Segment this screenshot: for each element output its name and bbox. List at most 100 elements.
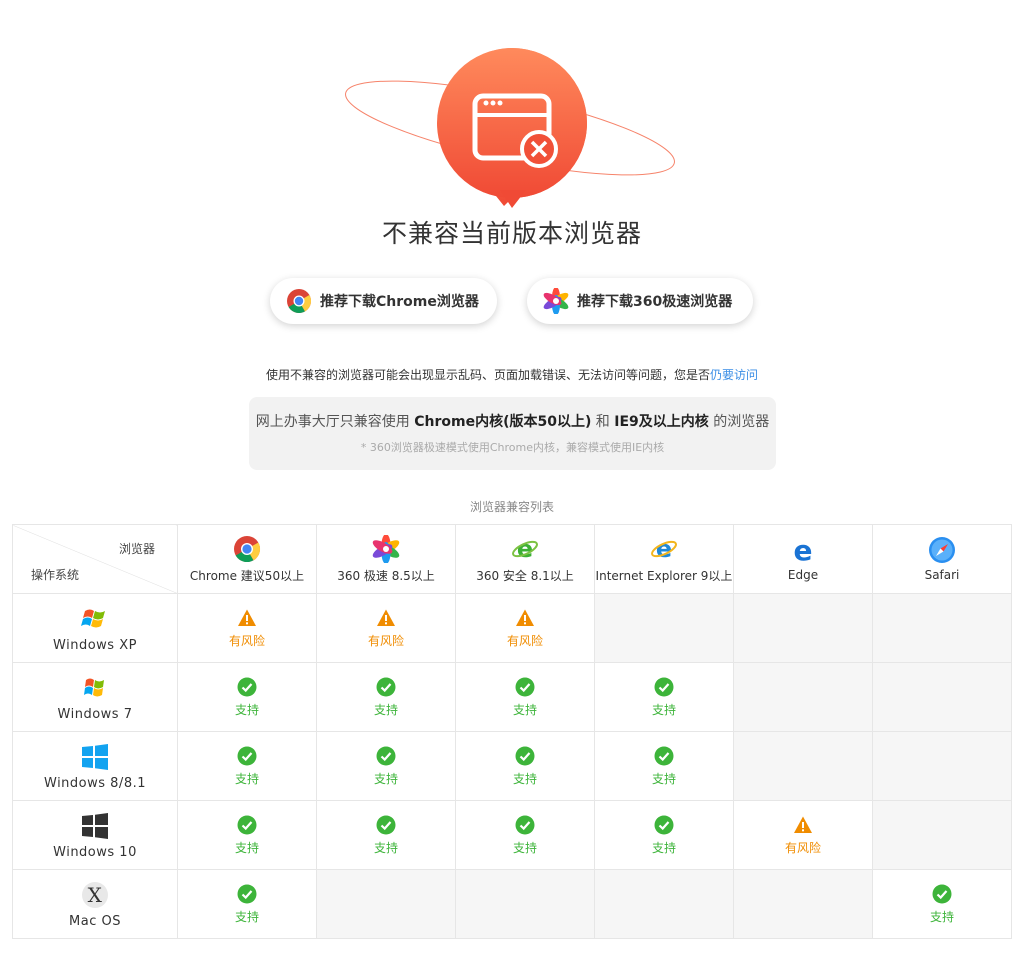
status-label: 支持 xyxy=(512,771,537,786)
svg-text:X: X xyxy=(88,883,103,907)
notice-text-3: 的浏览器 xyxy=(708,414,770,430)
browser-header-chrome: Chrome 建议50以上 xyxy=(177,524,317,594)
table-header-row: 浏览器 操作系统 Chrome 建议50以上 360 极速 8.5以上 e 36… xyxy=(12,524,1012,594)
status-cell-risk: 有风险 xyxy=(733,800,873,870)
chrome-icon xyxy=(287,289,312,314)
unsupported-cell xyxy=(594,869,734,939)
status-label: 支持 xyxy=(373,840,398,855)
status-label: 有风险 xyxy=(228,633,265,648)
check-icon xyxy=(515,746,535,765)
table-row: X Mac OS 支持 支持 xyxy=(12,869,1012,939)
edge-icon: e xyxy=(794,536,813,564)
unsupported-cell xyxy=(733,662,873,732)
check-icon xyxy=(237,746,257,765)
mac-os-icon: X xyxy=(13,880,177,910)
status-label: 有风险 xyxy=(367,633,404,648)
check-icon xyxy=(237,815,257,834)
os-cell: Windows XP xyxy=(12,593,178,663)
status-label: 支持 xyxy=(234,909,259,924)
status-label: 支持 xyxy=(512,702,537,717)
check-icon xyxy=(654,677,674,696)
windows-xp-icon xyxy=(13,604,177,634)
warning-text: 使用不兼容的浏览器可能会出现显示乱码、页面加载错误、无法访问等问题，您是否 xyxy=(265,368,710,382)
unsupported-cell xyxy=(872,662,1012,732)
svg-text:e: e xyxy=(656,535,672,563)
check-icon xyxy=(654,815,674,834)
notice-sub: * 360浏览器极速模式使用Chrome内核，兼容模式使用IE内核 xyxy=(360,441,665,454)
status-cell-ok: 支持 xyxy=(455,662,595,732)
status-cell-ok: 支持 xyxy=(872,869,1012,939)
unsupported-cell xyxy=(594,593,734,663)
page-title: 不兼容当前版本浏览器 xyxy=(381,219,642,248)
status-label: 支持 xyxy=(234,771,259,786)
check-icon xyxy=(654,746,674,765)
status-label: 支持 xyxy=(512,840,537,855)
os-cell: Windows 7 xyxy=(12,662,178,732)
status-label: 支持 xyxy=(234,840,259,855)
check-icon xyxy=(932,884,952,903)
status-label: 有风险 xyxy=(506,633,543,648)
notice-chrome-kernel: Chrome内核(版本50以上) xyxy=(414,414,592,430)
download-chrome-button[interactable]: 推荐下载Chrome浏览器 xyxy=(270,278,497,324)
os-label: Mac OS xyxy=(69,913,121,929)
check-icon xyxy=(376,677,396,696)
360-speed-icon xyxy=(372,534,400,563)
download-360-button[interactable]: 推荐下载360极速浏览器 xyxy=(527,278,753,324)
unsupported-cell xyxy=(316,869,456,939)
notice-text-1: 网上办事大厅只兼容使用 xyxy=(255,414,415,430)
download-360-label: 推荐下载360极速浏览器 xyxy=(577,294,733,310)
360-speed-icon xyxy=(543,288,569,314)
status-cell-ok: 支持 xyxy=(316,731,456,801)
browser-label: Edge xyxy=(787,568,819,582)
browser-label: Chrome 建议50以上 xyxy=(189,568,305,583)
browser-header-edge: e Edge xyxy=(733,524,873,594)
check-icon xyxy=(376,815,396,834)
status-cell-ok: 支持 xyxy=(316,800,456,870)
table-row: Windows XP 有风险 有风险 有风险 xyxy=(12,593,1012,663)
unsupported-cell xyxy=(872,800,1012,870)
check-icon xyxy=(237,677,257,696)
unsupported-cell xyxy=(872,593,1012,663)
warning-icon xyxy=(794,816,812,833)
windows-7-icon xyxy=(13,673,177,703)
browser-header-ie: e Internet Explorer 9以上 xyxy=(594,524,734,594)
browser-label: Safari xyxy=(924,568,960,582)
table-row: Windows 10 支持 支持 支持 支持 有风险 xyxy=(12,800,1012,870)
status-cell-risk: 有风险 xyxy=(455,593,595,663)
status-cell-risk: 有风险 xyxy=(177,593,317,663)
warning-icon xyxy=(377,609,395,626)
status-cell-ok: 支持 xyxy=(455,800,595,870)
360-safe-icon: e xyxy=(512,535,538,563)
browser-label: 360 安全 8.1以上 xyxy=(476,568,574,583)
status-cell-ok: 支持 xyxy=(177,662,317,732)
notice-box: 网上办事大厅只兼容使用 Chrome内核(版本50以上) 和 IE9及以上内核 … xyxy=(249,397,776,470)
os-cell: X Mac OS xyxy=(12,869,178,939)
svg-text:e: e xyxy=(517,535,533,563)
unsupported-cell xyxy=(733,593,873,663)
check-icon xyxy=(515,815,535,834)
table-row: Windows 7 支持 支持 支持 支持 xyxy=(12,662,1012,732)
browser-label: 360 极速 8.5以上 xyxy=(337,568,435,583)
status-label: 支持 xyxy=(373,771,398,786)
warning-icon xyxy=(238,609,256,626)
continue-visit-link[interactable]: 仍要访问 xyxy=(710,368,758,382)
os-label: Windows 10 xyxy=(53,844,137,860)
status-cell-risk: 有风险 xyxy=(316,593,456,663)
status-cell-ok: 支持 xyxy=(177,731,317,801)
windows-10-icon xyxy=(13,811,177,841)
browser-label: Internet Explorer 9以上 xyxy=(595,568,733,583)
svg-text:e: e xyxy=(794,536,813,564)
table-corner-cell: 浏览器 操作系统 xyxy=(12,524,178,594)
status-cell-ok: 支持 xyxy=(177,869,317,939)
status-label: 支持 xyxy=(373,702,398,717)
unsupported-cell xyxy=(872,731,1012,801)
safari-icon xyxy=(929,537,955,563)
browser-header-safari: Safari xyxy=(872,524,1012,594)
browser-header-360-speed: 360 极速 8.5以上 xyxy=(316,524,456,594)
unsupported-cell xyxy=(455,869,595,939)
notice-ie-kernel: IE9及以上内核 xyxy=(614,414,709,430)
status-label: 有风险 xyxy=(784,840,821,855)
windows-8-icon xyxy=(13,742,177,772)
status-cell-ok: 支持 xyxy=(594,800,734,870)
status-cell-ok: 支持 xyxy=(594,731,734,801)
